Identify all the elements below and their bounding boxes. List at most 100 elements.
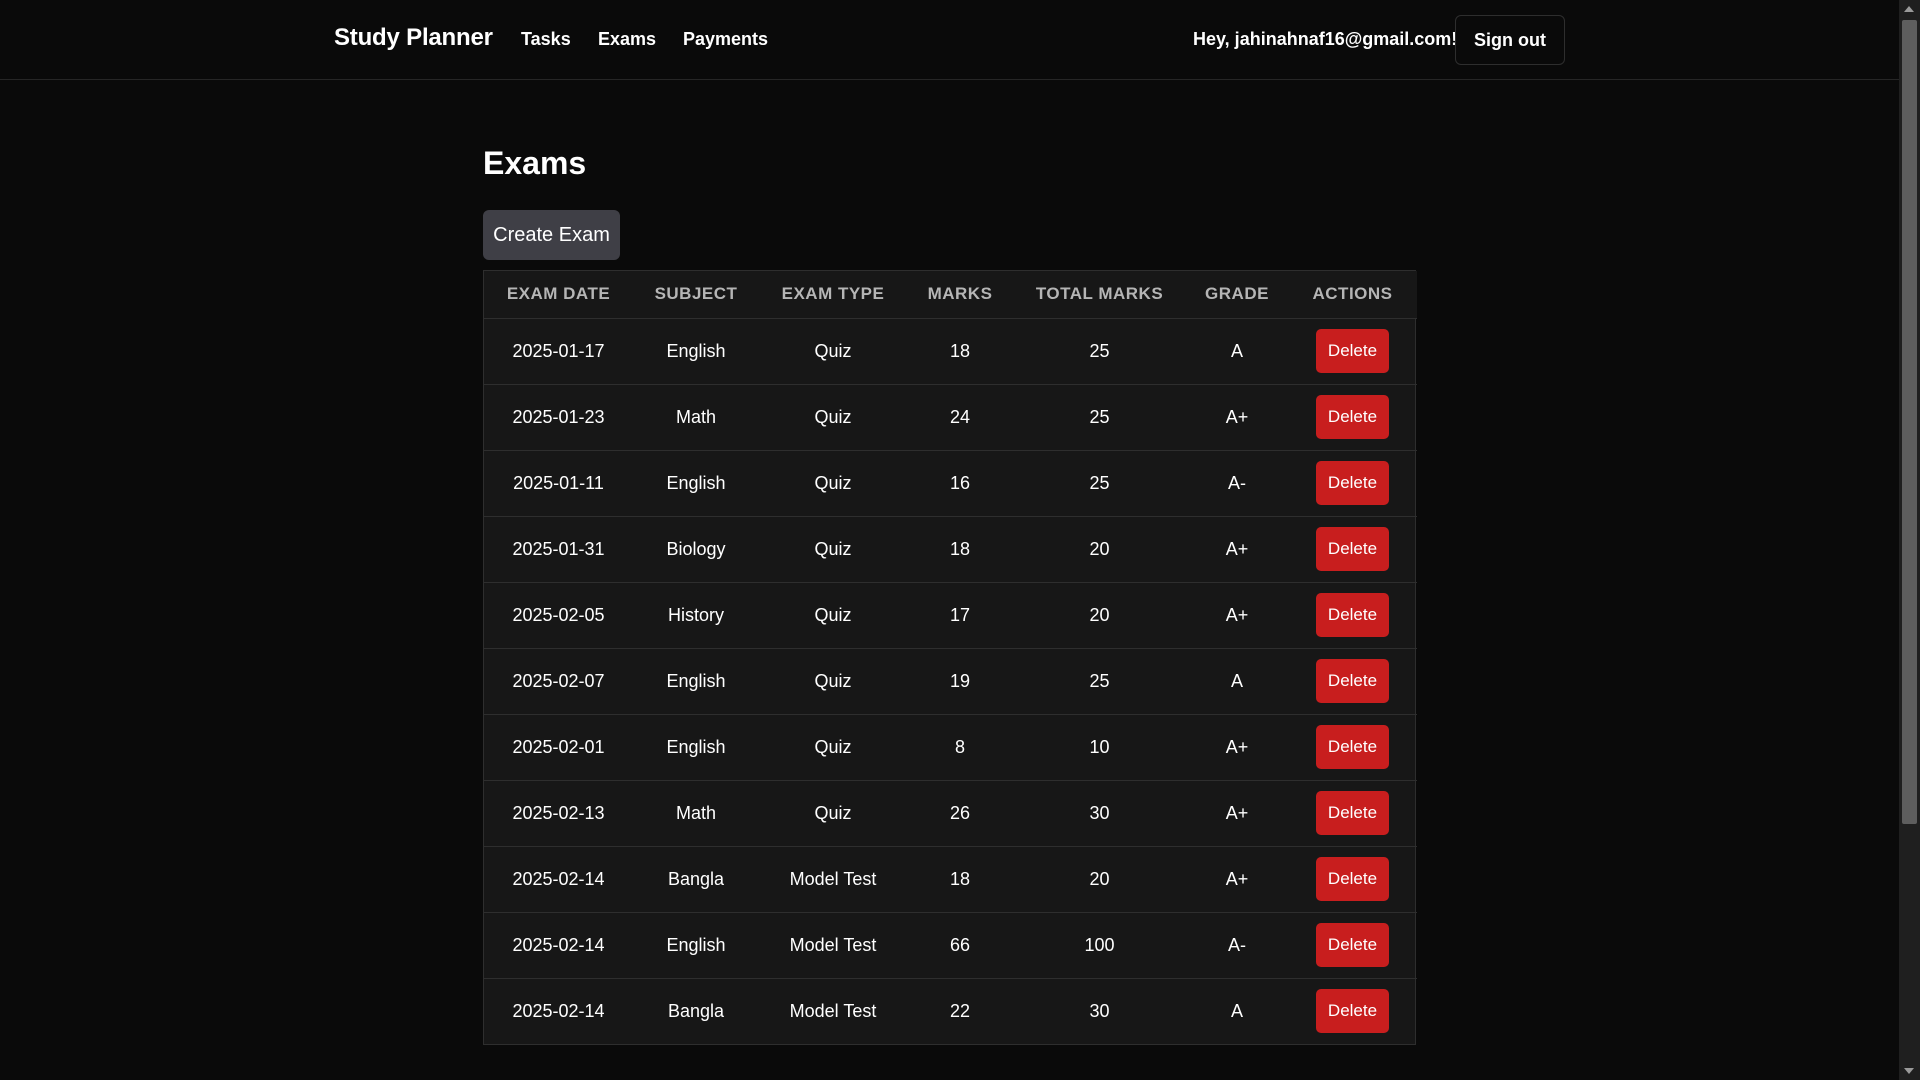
cell-actions: Delete bbox=[1288, 912, 1417, 979]
cell-marks: 66 bbox=[907, 912, 1013, 979]
cell-grade: A bbox=[1230, 1000, 1243, 1021]
cell-marks: 24 bbox=[907, 384, 1013, 451]
cell-subject: Bangla bbox=[667, 1000, 725, 1021]
cell-grade: A+ bbox=[1186, 714, 1288, 781]
cell-exam-date: 2025-01-11 bbox=[484, 450, 633, 517]
header-total-marks: Total Marks bbox=[1013, 271, 1186, 319]
create-exam-button[interactable]: Create Exam bbox=[483, 210, 620, 260]
cell-exam-date: 2025-02-07 bbox=[484, 648, 633, 715]
scroll-thumb[interactable] bbox=[1902, 20, 1917, 824]
cell-total-marks: 20 bbox=[1013, 846, 1186, 913]
cell-exam-type: Quiz bbox=[759, 384, 907, 451]
header-exam-type: Exam Type bbox=[759, 271, 907, 319]
cell-exam-type: Model Test bbox=[759, 846, 907, 913]
exams-table: Exam Date Subject Exam Type Marks Total … bbox=[483, 270, 1417, 1045]
cell-actions: Delete bbox=[1288, 846, 1417, 913]
table-row: 2025-02-13 Math Quiz 26 30 A+ Delete bbox=[484, 780, 1417, 847]
cell-marks: 22 bbox=[949, 1000, 971, 1021]
navbar: Study Planner Tasks Exams Payments Hey, … bbox=[0, 0, 1899, 80]
cell-marks: 18 bbox=[907, 846, 1013, 913]
cell-total-marks: 25 bbox=[1013, 384, 1186, 451]
table-row: 2025-02-07 English Quiz 19 25 A Delete bbox=[484, 648, 1417, 715]
page: Study Planner Tasks Exams Payments Hey, … bbox=[0, 0, 1920, 1080]
user-greeting: Hey, jahinahnaf16@gmail.com! bbox=[1193, 29, 1458, 49]
cell-total-marks: 20 bbox=[1013, 516, 1186, 583]
cell-exam-type: Model Test bbox=[789, 1000, 877, 1021]
cell-marks: 18 bbox=[907, 318, 1013, 385]
table-row: 2025-02-14 English Model Test 66 100 A- Delete bbox=[484, 912, 1417, 979]
delete-button[interactable]: Delete bbox=[1316, 395, 1389, 439]
cell-exam-type: Model Test bbox=[759, 912, 907, 979]
cell-grade: A+ bbox=[1186, 516, 1288, 583]
cell-actions: Delete bbox=[1288, 582, 1417, 649]
cell-actions: Delete bbox=[1288, 384, 1417, 451]
cell-exam-type: Quiz bbox=[759, 516, 907, 583]
cell-marks: 16 bbox=[907, 450, 1013, 517]
header-subject: Subject bbox=[633, 271, 759, 319]
delete-button[interactable]: Delete bbox=[1316, 329, 1389, 373]
nav-link-payments[interactable]: Payments bbox=[683, 29, 768, 50]
cell-subject: English bbox=[633, 450, 759, 517]
delete-button[interactable]: Delete bbox=[1316, 461, 1389, 505]
cell-marks: 8 bbox=[907, 714, 1013, 781]
delete-button[interactable]: Delete bbox=[1316, 659, 1389, 703]
table-header-row: Exam Date Subject Exam Type Marks Total … bbox=[484, 271, 1417, 319]
cell-grade: A+ bbox=[1186, 384, 1288, 451]
delete-button[interactable]: Delete bbox=[1316, 989, 1389, 1034]
cell-marks: 26 bbox=[907, 780, 1013, 847]
cell-subject: English bbox=[633, 912, 759, 979]
vertical-scrollbar[interactable] bbox=[1899, 0, 1920, 1080]
cell-total-marks: 30 bbox=[1013, 780, 1186, 847]
nav-link-tasks[interactable]: Tasks bbox=[521, 29, 571, 50]
cell-subject: Bangla bbox=[633, 846, 759, 913]
header-marks: Marks bbox=[907, 271, 1013, 319]
cell-exam-type: Quiz bbox=[759, 318, 907, 385]
cell-exam-type: Quiz bbox=[759, 582, 907, 649]
delete-button[interactable]: Delete bbox=[1316, 923, 1389, 967]
cell-grade: A bbox=[1186, 318, 1288, 385]
cell-marks: 17 bbox=[907, 582, 1013, 649]
scroll-up-arrow-icon[interactable] bbox=[1904, 6, 1914, 12]
delete-button[interactable]: Delete bbox=[1316, 593, 1389, 637]
delete-button[interactable]: Delete bbox=[1316, 857, 1389, 901]
delete-button[interactable]: Delete bbox=[1316, 725, 1389, 769]
cell-grade: A+ bbox=[1186, 780, 1288, 847]
cell-actions: Delete bbox=[1288, 978, 1417, 1044]
cell-total-marks: 100 bbox=[1013, 912, 1186, 979]
cell-exam-date: 2025-02-14 bbox=[512, 1000, 605, 1021]
sign-out-button[interactable]: Sign out bbox=[1455, 15, 1565, 65]
header-grade: Grade bbox=[1186, 271, 1288, 319]
cell-grade: A+ bbox=[1186, 582, 1288, 649]
table-row: 2025-02-14 Bangla Model Test 22 30 A Delete bbox=[484, 978, 1417, 1044]
cell-exam-date: 2025-02-13 bbox=[484, 780, 633, 847]
brand-logo[interactable]: Study Planner bbox=[334, 24, 493, 52]
cell-subject: English bbox=[633, 648, 759, 715]
cell-total-marks: 25 bbox=[1013, 648, 1186, 715]
cell-actions: Delete bbox=[1288, 780, 1417, 847]
scroll-down-arrow-icon[interactable] bbox=[1904, 1068, 1914, 1074]
cell-total-marks: 25 bbox=[1013, 318, 1186, 385]
cell-exam-type: Quiz bbox=[759, 648, 907, 715]
cell-actions: Delete bbox=[1288, 648, 1417, 715]
cell-subject: Math bbox=[633, 780, 759, 847]
delete-button[interactable]: Delete bbox=[1316, 527, 1389, 571]
table-row: 2025-02-14 Bangla Model Test 18 20 A+ Delete bbox=[484, 846, 1417, 913]
cell-subject: Math bbox=[633, 384, 759, 451]
cell-actions: Delete bbox=[1288, 450, 1417, 517]
page-title: Exams bbox=[483, 145, 587, 181]
cell-exam-type: Quiz bbox=[759, 780, 907, 847]
cell-exam-date: 2025-01-31 bbox=[484, 516, 633, 583]
cell-total-marks: 10 bbox=[1013, 714, 1186, 781]
delete-button[interactable]: Delete bbox=[1316, 791, 1389, 835]
cell-marks: 19 bbox=[907, 648, 1013, 715]
cell-actions: Delete bbox=[1288, 318, 1417, 385]
table-row: 2025-01-23 Math Quiz 24 25 A+ Delete bbox=[484, 384, 1417, 451]
cell-exam-date: 2025-02-05 bbox=[484, 582, 633, 649]
cell-exam-date: 2025-01-23 bbox=[484, 384, 633, 451]
header-actions: Actions bbox=[1288, 271, 1417, 319]
cell-grade: A+ bbox=[1186, 846, 1288, 913]
cell-total-marks: 30 bbox=[1089, 1000, 1110, 1021]
nav-link-exams[interactable]: Exams bbox=[598, 29, 656, 50]
cell-subject: Biology bbox=[633, 516, 759, 583]
cell-exam-date: 2025-01-17 bbox=[484, 318, 633, 385]
